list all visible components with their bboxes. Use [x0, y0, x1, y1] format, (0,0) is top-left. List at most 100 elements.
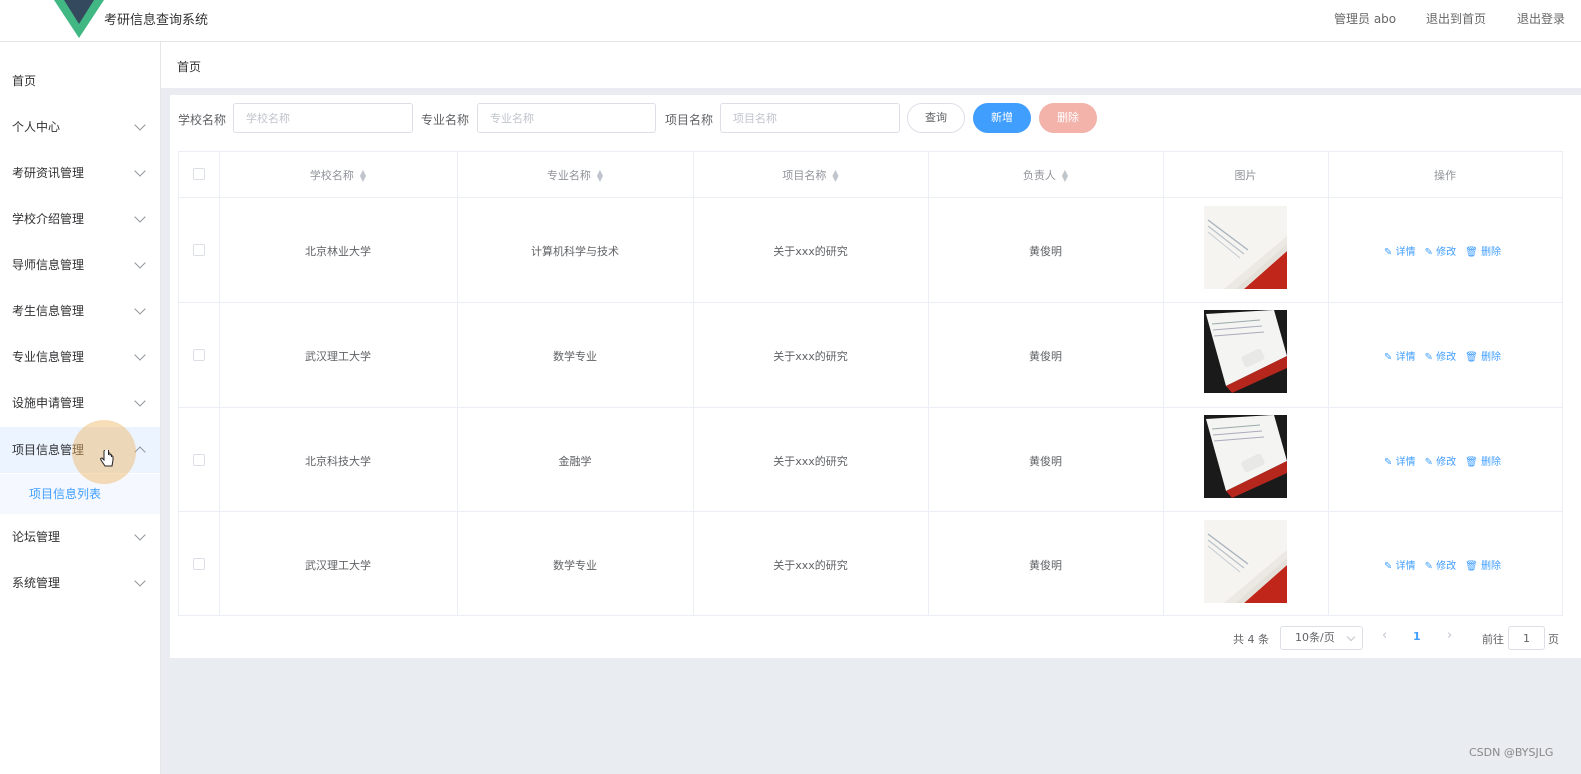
school-name-input[interactable] [233, 103, 413, 133]
cell-school: 武汉理工大学 [305, 350, 371, 363]
header-actions: 操作 [1434, 169, 1456, 182]
query-button[interactable]: 查询 [907, 103, 965, 133]
goto-page-input[interactable] [1508, 626, 1545, 650]
row-checkbox[interactable] [193, 454, 205, 466]
sort-icon[interactable]: ▲ ▼ [832, 169, 838, 183]
sidebar-item-label: 考研资讯管理 [12, 166, 85, 180]
row-checkbox[interactable] [193, 244, 205, 256]
project-name-label: 项目名称 [665, 113, 714, 127]
sidebar-item-label: 导师信息管理 [12, 258, 85, 272]
sort-icon[interactable]: ▲ ▼ [597, 169, 603, 183]
column-divider [928, 152, 929, 615]
sidebar-item-project-info[interactable]: 项目信息管理 [0, 427, 160, 473]
header-label: 项目名称 [782, 169, 827, 182]
sidebar-item-school-intro[interactable]: 学校介绍管理 [0, 196, 160, 242]
sort-icon[interactable]: ▲ ▼ [360, 169, 366, 183]
column-divider [219, 152, 220, 615]
chevron-down-icon [134, 303, 146, 315]
admin-user-label[interactable]: 管理员 abo [1334, 10, 1396, 27]
sidebar-item-label: 学校介绍管理 [12, 212, 85, 226]
delete-link[interactable]: 🗑 删除 [1465, 457, 1501, 468]
sidebar-item-personal-center[interactable]: 个人中心 [0, 104, 160, 150]
chevron-down-icon [134, 395, 146, 407]
major-name-label: 专业名称 [421, 113, 470, 127]
chevron-down-icon [134, 165, 146, 177]
add-button[interactable]: 新增 [973, 103, 1031, 133]
batch-delete-button[interactable]: 删除 [1039, 103, 1097, 133]
cell-major: 数学专业 [553, 559, 597, 572]
major-name-input[interactable] [477, 103, 656, 133]
cell-project: 关于xxx的研究 [773, 350, 848, 363]
row-divider [179, 302, 1562, 303]
edit-link[interactable]: ✎ 修改 [1425, 352, 1457, 363]
sidebar-item-major-info[interactable]: 专业信息管理 [0, 334, 160, 380]
next-page-icon[interactable]: › [1447, 628, 1452, 643]
row-divider [179, 511, 1562, 512]
sidebar-item-forum[interactable]: 论坛管理 [0, 514, 160, 560]
prev-page-icon[interactable]: ‹ [1382, 628, 1387, 643]
sidebar-item-system[interactable]: 系统管理 [0, 560, 160, 606]
chevron-down-icon [134, 575, 146, 587]
delete-link[interactable]: 🗑 删除 [1465, 561, 1501, 572]
row-actions: ✎ 详情 ✎ 修改 🗑 删除 [1384, 557, 1510, 572]
chevron-down-icon [134, 257, 146, 269]
header-school[interactable]: 学校名称 ▲ ▼ [219, 167, 457, 183]
watermark-text: CSDN @BYSJLG [1469, 746, 1554, 759]
sidebar-item-label: 专业信息管理 [12, 350, 85, 364]
sidebar-subitem-project-list[interactable]: 项目信息列表 [0, 474, 160, 514]
sidebar: 首页 个人中心 考研资讯管理 学校介绍管理 导师信息管理 考生信息管理 专业信息… [0, 42, 161, 774]
header-label: 负责人 [1022, 169, 1056, 182]
page-size-select[interactable]: 10条/页 [1280, 626, 1363, 650]
detail-link[interactable]: ✎ 详情 [1384, 457, 1416, 468]
column-divider [693, 152, 694, 615]
row-checkbox[interactable] [193, 558, 205, 570]
row-divider [179, 407, 1562, 408]
edit-link[interactable]: ✎ 修改 [1425, 247, 1457, 258]
sidebar-item-student-info[interactable]: 考生信息管理 [0, 288, 160, 334]
delete-link[interactable]: 🗑 删除 [1465, 352, 1501, 363]
header-label: 专业名称 [546, 169, 591, 182]
edit-link[interactable]: ✎ 修改 [1425, 457, 1457, 468]
chevron-up-icon [134, 446, 146, 458]
detail-link[interactable]: ✎ 详情 [1384, 247, 1416, 258]
sidebar-item-label: 论坛管理 [12, 530, 61, 544]
header-project[interactable]: 项目名称 ▲ ▼ [693, 167, 928, 183]
row-actions: ✎ 详情 ✎ 修改 🗑 删除 [1384, 348, 1510, 363]
column-divider [1328, 152, 1329, 615]
header-image: 图片 [1234, 169, 1257, 182]
sidebar-item-facility-apply[interactable]: 设施申请管理 [0, 380, 160, 426]
sidebar-item-tutor-info[interactable]: 导师信息管理 [0, 242, 160, 288]
sidebar-item-news[interactable]: 考研资讯管理 [0, 150, 160, 196]
chevron-down-icon [134, 211, 146, 223]
project-thumbnail-image[interactable] [1204, 206, 1287, 289]
sidebar-item-home[interactable]: 首页 [0, 58, 160, 104]
back-to-home-link[interactable]: 退出到首页 [1426, 10, 1486, 27]
detail-link[interactable]: ✎ 详情 [1384, 352, 1416, 363]
header-label: 学校名称 [309, 169, 354, 182]
header-major[interactable]: 专业名称 ▲ ▼ [457, 167, 693, 183]
sidebar-item-label: 首页 [12, 74, 37, 88]
project-thumbnail-image[interactable] [1204, 415, 1287, 498]
breadcrumb[interactable]: 首页 [177, 58, 201, 75]
project-name-input[interactable] [720, 103, 900, 133]
cell-owner: 黄俊明 [1029, 455, 1062, 468]
sort-icon[interactable]: ▲ ▼ [1062, 169, 1068, 183]
edit-link[interactable]: ✎ 修改 [1425, 561, 1457, 572]
cell-owner: 黄俊明 [1029, 350, 1062, 363]
chevron-down-icon [134, 529, 146, 541]
sidebar-item-label: 设施申请管理 [12, 396, 85, 410]
select-all-checkbox[interactable] [193, 168, 205, 180]
cell-major: 金融学 [558, 455, 592, 468]
page-number-current[interactable]: 1 [1413, 630, 1421, 643]
project-thumbnail-image[interactable] [1204, 310, 1287, 393]
chevron-down-icon [134, 349, 146, 361]
row-checkbox[interactable] [193, 349, 205, 361]
detail-link[interactable]: ✎ 详情 [1384, 561, 1416, 572]
delete-link[interactable]: 🗑 删除 [1465, 247, 1501, 258]
logout-link[interactable]: 退出登录 [1517, 10, 1565, 27]
header-owner[interactable]: 负责人 ▲ ▼ [928, 167, 1163, 183]
cell-owner: 黄俊明 [1029, 559, 1062, 572]
project-thumbnail-image[interactable] [1204, 520, 1287, 603]
cell-project: 关于xxx的研究 [773, 455, 848, 468]
row-divider [179, 197, 1562, 198]
